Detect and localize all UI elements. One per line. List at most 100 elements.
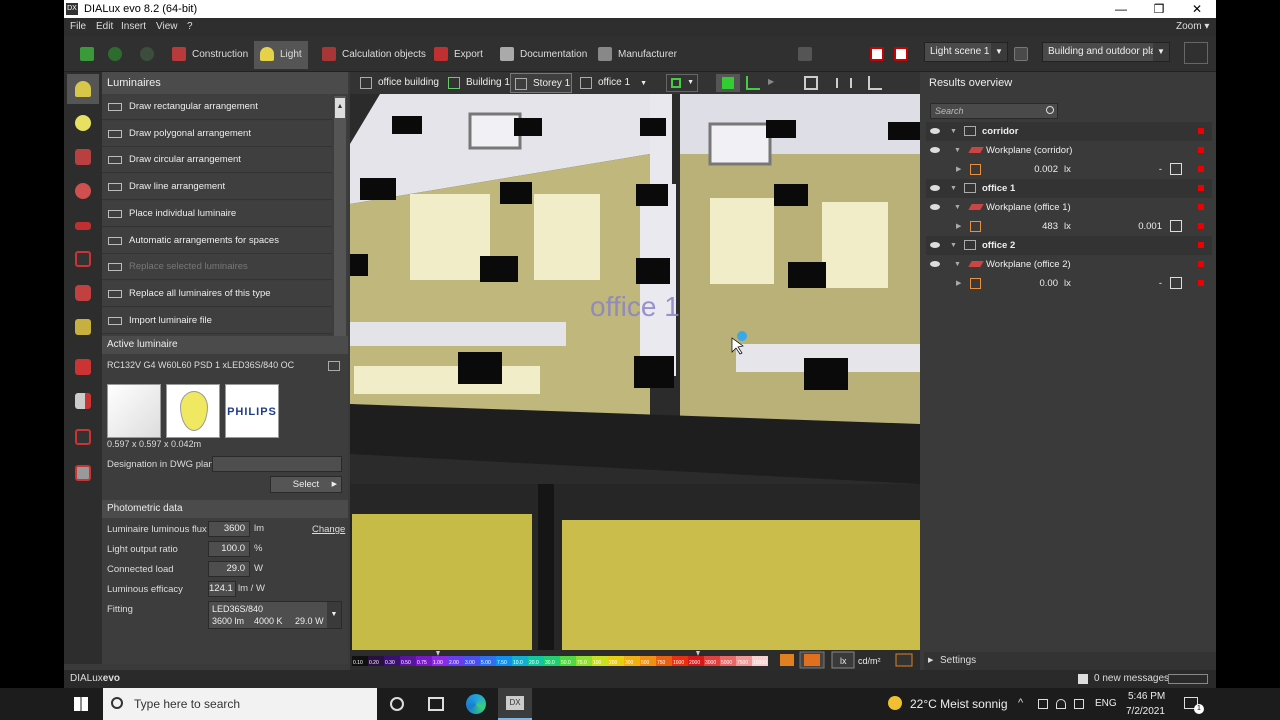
3d-viewport[interactable]: office building Building 1 Storey 1 offi… (350, 72, 920, 670)
tray-chevron-icon[interactable]: ^ (1018, 697, 1023, 709)
language-indicator[interactable]: ENG (1095, 698, 1117, 709)
diagram-icon[interactable] (1170, 220, 1182, 232)
diagram-icon[interactable] (1170, 277, 1182, 289)
result-value-row[interactable]: ▶ 0.002 lx - (926, 160, 1212, 179)
delete-all-icon[interactable] (894, 41, 908, 69)
visibility-eye-icon[interactable] (930, 261, 940, 267)
sidebar-item-frame[interactable] (67, 422, 99, 452)
clock-date[interactable]: 7/2/2021 (1126, 706, 1165, 717)
unit-cd-label[interactable]: cd/m² (858, 656, 881, 666)
result-group-row[interactable]: ▼ corridor (926, 122, 1212, 141)
menu-help[interactable]: ? (187, 21, 193, 32)
visibility-eye-icon[interactable] (930, 185, 940, 191)
windows-start-icon[interactable] (74, 697, 88, 711)
chevron-right-icon[interactable]: ▶ (956, 217, 961, 236)
luminaire-action-item[interactable]: Draw rectangular arrangement (102, 94, 332, 120)
menu-file[interactable]: File (70, 21, 86, 32)
wifi-icon[interactable] (1056, 699, 1066, 709)
sidebar-item-bars[interactable] (67, 312, 99, 342)
sidebar-item-lamps[interactable] (67, 108, 99, 138)
redo-icon[interactable] (140, 41, 154, 69)
visibility-eye-icon[interactable] (930, 147, 940, 153)
results-search-input[interactable]: Search (930, 103, 1058, 119)
diagram-icon[interactable] (1170, 163, 1182, 175)
scene-settings-icon[interactable] (1014, 41, 1030, 69)
menu-edit[interactable]: Edit (96, 21, 113, 32)
luminaires-scrollbar[interactable]: ▲ (334, 96, 346, 336)
edge-icon[interactable] (466, 694, 486, 714)
sidebar-item-text[interactable] (67, 352, 99, 382)
tab-export[interactable]: Export (434, 41, 483, 69)
save-icon[interactable] (80, 41, 94, 69)
search-icon[interactable] (1046, 106, 1054, 114)
breadcrumb-office-building[interactable]: office building (356, 73, 439, 93)
result-group-row[interactable]: ▼ office 1 (926, 179, 1212, 198)
luminaire-action-item[interactable]: Draw circular arrangement (102, 147, 332, 174)
luminaire-action-item[interactable]: Automatic arrangements for spaces (102, 227, 332, 254)
breadcrumb-building[interactable]: Building 1 (444, 73, 510, 93)
change-link[interactable]: Change (312, 524, 345, 535)
sidebar-item-tools[interactable] (67, 278, 99, 308)
visibility-eye-icon[interactable] (930, 242, 940, 248)
luminaire-action-item[interactable]: Draw polygonal arrangement (102, 120, 332, 147)
sidebar-item-edit-arrangements[interactable] (67, 142, 99, 172)
copy-icon[interactable] (328, 361, 340, 371)
chevron-down-icon[interactable]: ▼ (950, 179, 957, 198)
sidebar-item-colors[interactable] (67, 176, 99, 206)
menu-insert[interactable]: Insert (121, 21, 146, 32)
visibility-eye-icon[interactable] (930, 204, 940, 210)
delete-scene-icon[interactable] (870, 41, 884, 69)
tab-construction[interactable]: Construction (172, 41, 248, 69)
chevron-down-icon[interactable]: ▼ (954, 141, 961, 160)
cortana-icon[interactable] (390, 697, 404, 711)
menu-view[interactable]: View (156, 21, 178, 32)
tab-documentation[interactable]: Documentation (500, 41, 587, 69)
view-select[interactable]: Building and outdoor pla... ▼ (1042, 42, 1170, 62)
chevron-right-icon[interactable]: ▶ (956, 160, 961, 179)
result-group-row[interactable]: ▼ office 2 (926, 236, 1212, 255)
chevron-down-icon[interactable]: ▼ (954, 198, 961, 217)
tab-calculation-objects[interactable]: Calculation objects (322, 41, 426, 69)
chevron-right-icon[interactable]: ▶ (956, 274, 961, 293)
close-button[interactable]: ✕ (1178, 0, 1216, 18)
sidebar-item-cut[interactable] (67, 386, 99, 416)
chevron-down-icon[interactable]: ▼ (954, 255, 961, 274)
height-icon[interactable] (868, 76, 882, 90)
zoom-menu[interactable]: Zoom ▾ (1176, 21, 1209, 32)
taskbar-search[interactable]: Type here to search (103, 688, 377, 720)
messages-count[interactable]: 0 new messages (1094, 673, 1169, 684)
luminaire-action-item[interactable]: Draw line arrangement (102, 174, 332, 201)
visibility-eye-icon[interactable] (930, 128, 940, 134)
false-color-icon[interactable] (780, 654, 794, 666)
floor-plan-icon[interactable] (1184, 42, 1208, 64)
tab-light[interactable]: Light (254, 41, 308, 69)
luminaire-action-item[interactable]: Import luminaire file (102, 307, 332, 334)
restore-button[interactable]: ❒ (1140, 0, 1178, 18)
volume-icon[interactable] (1074, 699, 1084, 709)
legend-max-handle[interactable] (696, 651, 700, 656)
chevron-down-icon[interactable]: ▼ (950, 122, 957, 141)
sidebar-item-light-groups[interactable] (67, 244, 99, 274)
measure-icon[interactable] (836, 78, 852, 88)
legend-min-handle[interactable] (436, 651, 440, 656)
view-mode-select[interactable]: ▼ (666, 74, 698, 92)
scroll-up-icon[interactable]: ▲ (335, 98, 345, 118)
minimize-button[interactable]: — (1102, 0, 1140, 18)
result-value-row[interactable]: ▶ 483 lx 0.001 (926, 217, 1212, 236)
fitting-select[interactable]: LED36S/840 3600 lm 4000 K 29.0 W ▼ (208, 601, 342, 629)
task-view-icon[interactable] (428, 697, 444, 711)
battery-icon[interactable] (1038, 699, 1048, 709)
3d-view-button[interactable] (716, 74, 740, 92)
result-workplane-row[interactable]: ▼ Workplane (corridor) (926, 141, 1212, 160)
sidebar-item-luminaires[interactable] (67, 74, 99, 104)
select-button[interactable]: Select ▶ (270, 476, 342, 493)
scene-render[interactable]: office 1 (350, 94, 920, 650)
luminaire-action-item[interactable]: Replace all luminaires of this type (102, 280, 332, 307)
fit-view-icon[interactable] (804, 76, 818, 90)
dialux-taskbar-button[interactable]: DX (498, 688, 532, 720)
result-value-row[interactable]: ▶ 0.00 lx - (926, 274, 1212, 293)
weather-text[interactable]: 22°C Meist sonnig (910, 697, 1008, 711)
designation-input[interactable] (212, 456, 342, 472)
luminaire-action-item[interactable]: Replace selected luminaires (102, 254, 332, 281)
undo-icon[interactable] (108, 41, 126, 69)
